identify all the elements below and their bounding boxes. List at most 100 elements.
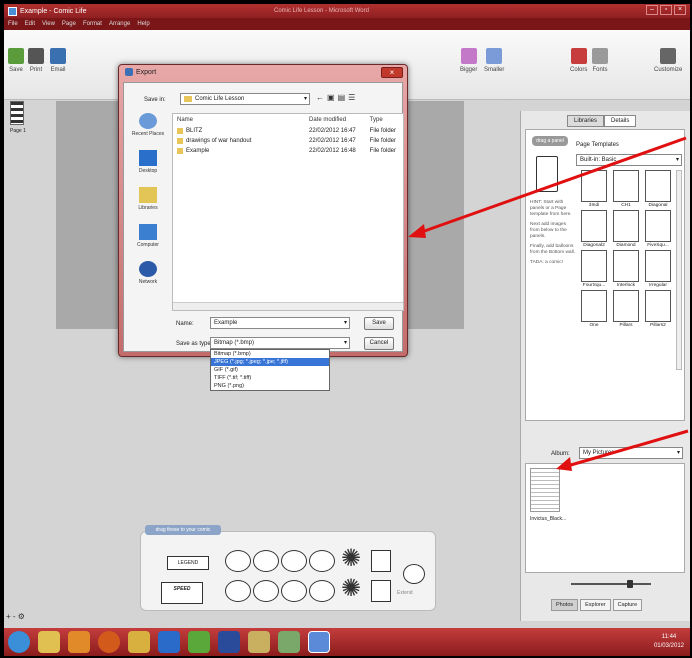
save-as-type-dropdown[interactable]: Bitmap (*.bmp) ▾ [210,337,350,349]
horizontal-scrollbar[interactable] [173,302,403,310]
chevron-down-icon: ▾ [343,320,347,326]
up-folder-icon[interactable]: ▣ [327,93,335,102]
menu-format[interactable]: Format [83,21,102,27]
chevron-down-icon: ▾ [303,96,307,102]
whisper-balloon[interactable] [403,564,425,584]
speech-balloon[interactable] [309,550,335,572]
column-name[interactable]: Name [177,117,309,123]
app-icon[interactable] [188,631,210,653]
place-desktop[interactable]: Desktop [128,150,168,174]
bigger-button[interactable]: Bigger [460,48,477,73]
save-as-type-list: Bitmap (*.bmp) JPEG (*.jpg; *.jpeg; *.jp… [210,349,330,391]
email-button[interactable]: Email [50,48,66,73]
type-option-tiff[interactable]: TIFF (*.tif; *.tiff) [211,374,329,382]
file-name-field[interactable]: Example ▾ [210,317,350,329]
folder-icon[interactable] [128,631,150,653]
thumbnail-size-slider[interactable] [571,580,651,588]
type-option-bmp[interactable]: Bitmap (*.bmp) [211,350,329,358]
template-item[interactable]: Interlock [610,250,642,288]
menu-view[interactable]: View [42,21,55,27]
speech-balloon[interactable] [253,580,279,602]
explorer-icon[interactable] [38,631,60,653]
photo-thumbnail[interactable] [530,468,560,512]
customize-button[interactable]: Customize [654,48,682,73]
tab-capture[interactable]: Capture [612,599,643,611]
menu-help[interactable]: Help [137,21,149,27]
dialog-close-button[interactable]: × [381,67,403,78]
customize-icon [660,48,677,64]
menu-file[interactable]: File [8,21,18,27]
app-icon[interactable] [218,631,240,653]
tab-explorer[interactable]: Explorer [580,599,611,611]
balloon-tray-tab[interactable]: drag these to your comic [145,525,221,535]
template-item[interactable]: One [578,290,610,328]
thought-balloon[interactable] [281,580,307,602]
media-player-icon[interactable] [68,631,90,653]
minimize-button[interactable]: – [646,5,658,15]
close-button[interactable]: × [674,5,686,15]
template-thumbnail [613,290,639,322]
firefox-icon[interactable] [98,631,120,653]
start-button-icon[interactable] [8,631,30,653]
file-list[interactable]: Name Date modified Type BLITZ 22/02/2012… [172,113,404,311]
save-in-dropdown[interactable]: Comic Life Lesson ▾ [180,93,310,105]
speech-balloon[interactable] [253,550,279,572]
place-network[interactable]: Network [128,261,168,285]
back-icon[interactable]: ← [316,93,324,102]
new-folder-icon[interactable]: ▤ [338,93,346,102]
column-type[interactable]: Type [370,117,399,123]
app-icon[interactable] [278,631,300,653]
comic-life-taskbar-icon[interactable] [308,631,330,653]
lettering-item[interactable]: SPEED [161,582,203,604]
burst-balloon[interactable]: ✺ [341,547,361,571]
view-menu-icon[interactable]: ☰ [348,93,355,102]
colors-icon [570,48,587,64]
speech-balloon[interactable] [309,580,335,602]
type-option-gif[interactable]: GIF (*.gif) [211,366,329,374]
system-tray-clock[interactable]: 11:44 01/03/2012 [654,633,684,651]
burst-balloon[interactable]: ✺ [341,577,361,601]
type-option-jpeg[interactable]: JPEG (*.jpg; *.jpeg; *.jpe; *.jfif) [211,358,329,366]
column-date[interactable]: Date modified [309,117,370,123]
tab-libraries[interactable]: Libraries [567,115,605,127]
colors-button[interactable]: Colors [570,48,587,73]
tab-details[interactable]: Details [604,115,637,127]
place-recent[interactable]: Recent Places [128,113,168,137]
extend-label[interactable]: Extend [397,590,413,596]
template-item[interactable]: FourSqu... [578,250,610,288]
page-thumbnail[interactable] [10,101,24,125]
smaller-button[interactable]: Smaller [484,48,504,73]
maximize-button[interactable]: ▫ [660,5,672,15]
type-option-png[interactable]: PNG (*.png) [211,382,329,390]
tab-photos[interactable]: Photos [551,599,579,611]
save-in-label: Save in: [144,97,166,103]
word-icon[interactable] [158,631,180,653]
template-item[interactable]: Pillars [610,290,642,328]
save-button[interactable]: Save [8,48,24,73]
app-icon[interactable] [248,631,270,653]
photo-browser: Invictus_Black... [525,463,685,573]
lettering-item[interactable]: LEGEND [167,556,209,570]
template-item[interactable]: Irregular [642,250,674,288]
menu-page[interactable]: Page [62,21,76,27]
menu-arrange[interactable]: Arrange [109,21,130,27]
menu-edit[interactable]: Edit [25,21,35,27]
caption-box[interactable] [371,580,391,602]
file-row[interactable]: BLITZ 22/02/2012 16:47 File folder [173,126,403,136]
thought-balloon[interactable] [281,550,307,572]
slider-knob[interactable] [627,580,633,588]
cancel-button[interactable]: Cancel [364,337,394,350]
place-libraries[interactable]: Libraries [128,187,168,211]
place-computer[interactable]: Computer [128,224,168,248]
speech-balloon[interactable] [225,550,251,572]
speech-balloon[interactable] [225,580,251,602]
page-tools[interactable]: + - ⚙ [6,612,25,621]
email-icon [50,48,66,64]
file-row[interactable]: drawings of war handout 22/02/2012 16:47… [173,136,403,146]
save-button[interactable]: Save [364,317,394,330]
template-item[interactable]: Pillars2 [642,290,674,328]
caption-box[interactable] [371,550,391,572]
print-button[interactable]: Print [28,48,44,73]
file-row[interactable]: Example 22/02/2012 16:48 File folder [173,146,403,156]
fonts-button[interactable]: Fonts [592,48,608,73]
